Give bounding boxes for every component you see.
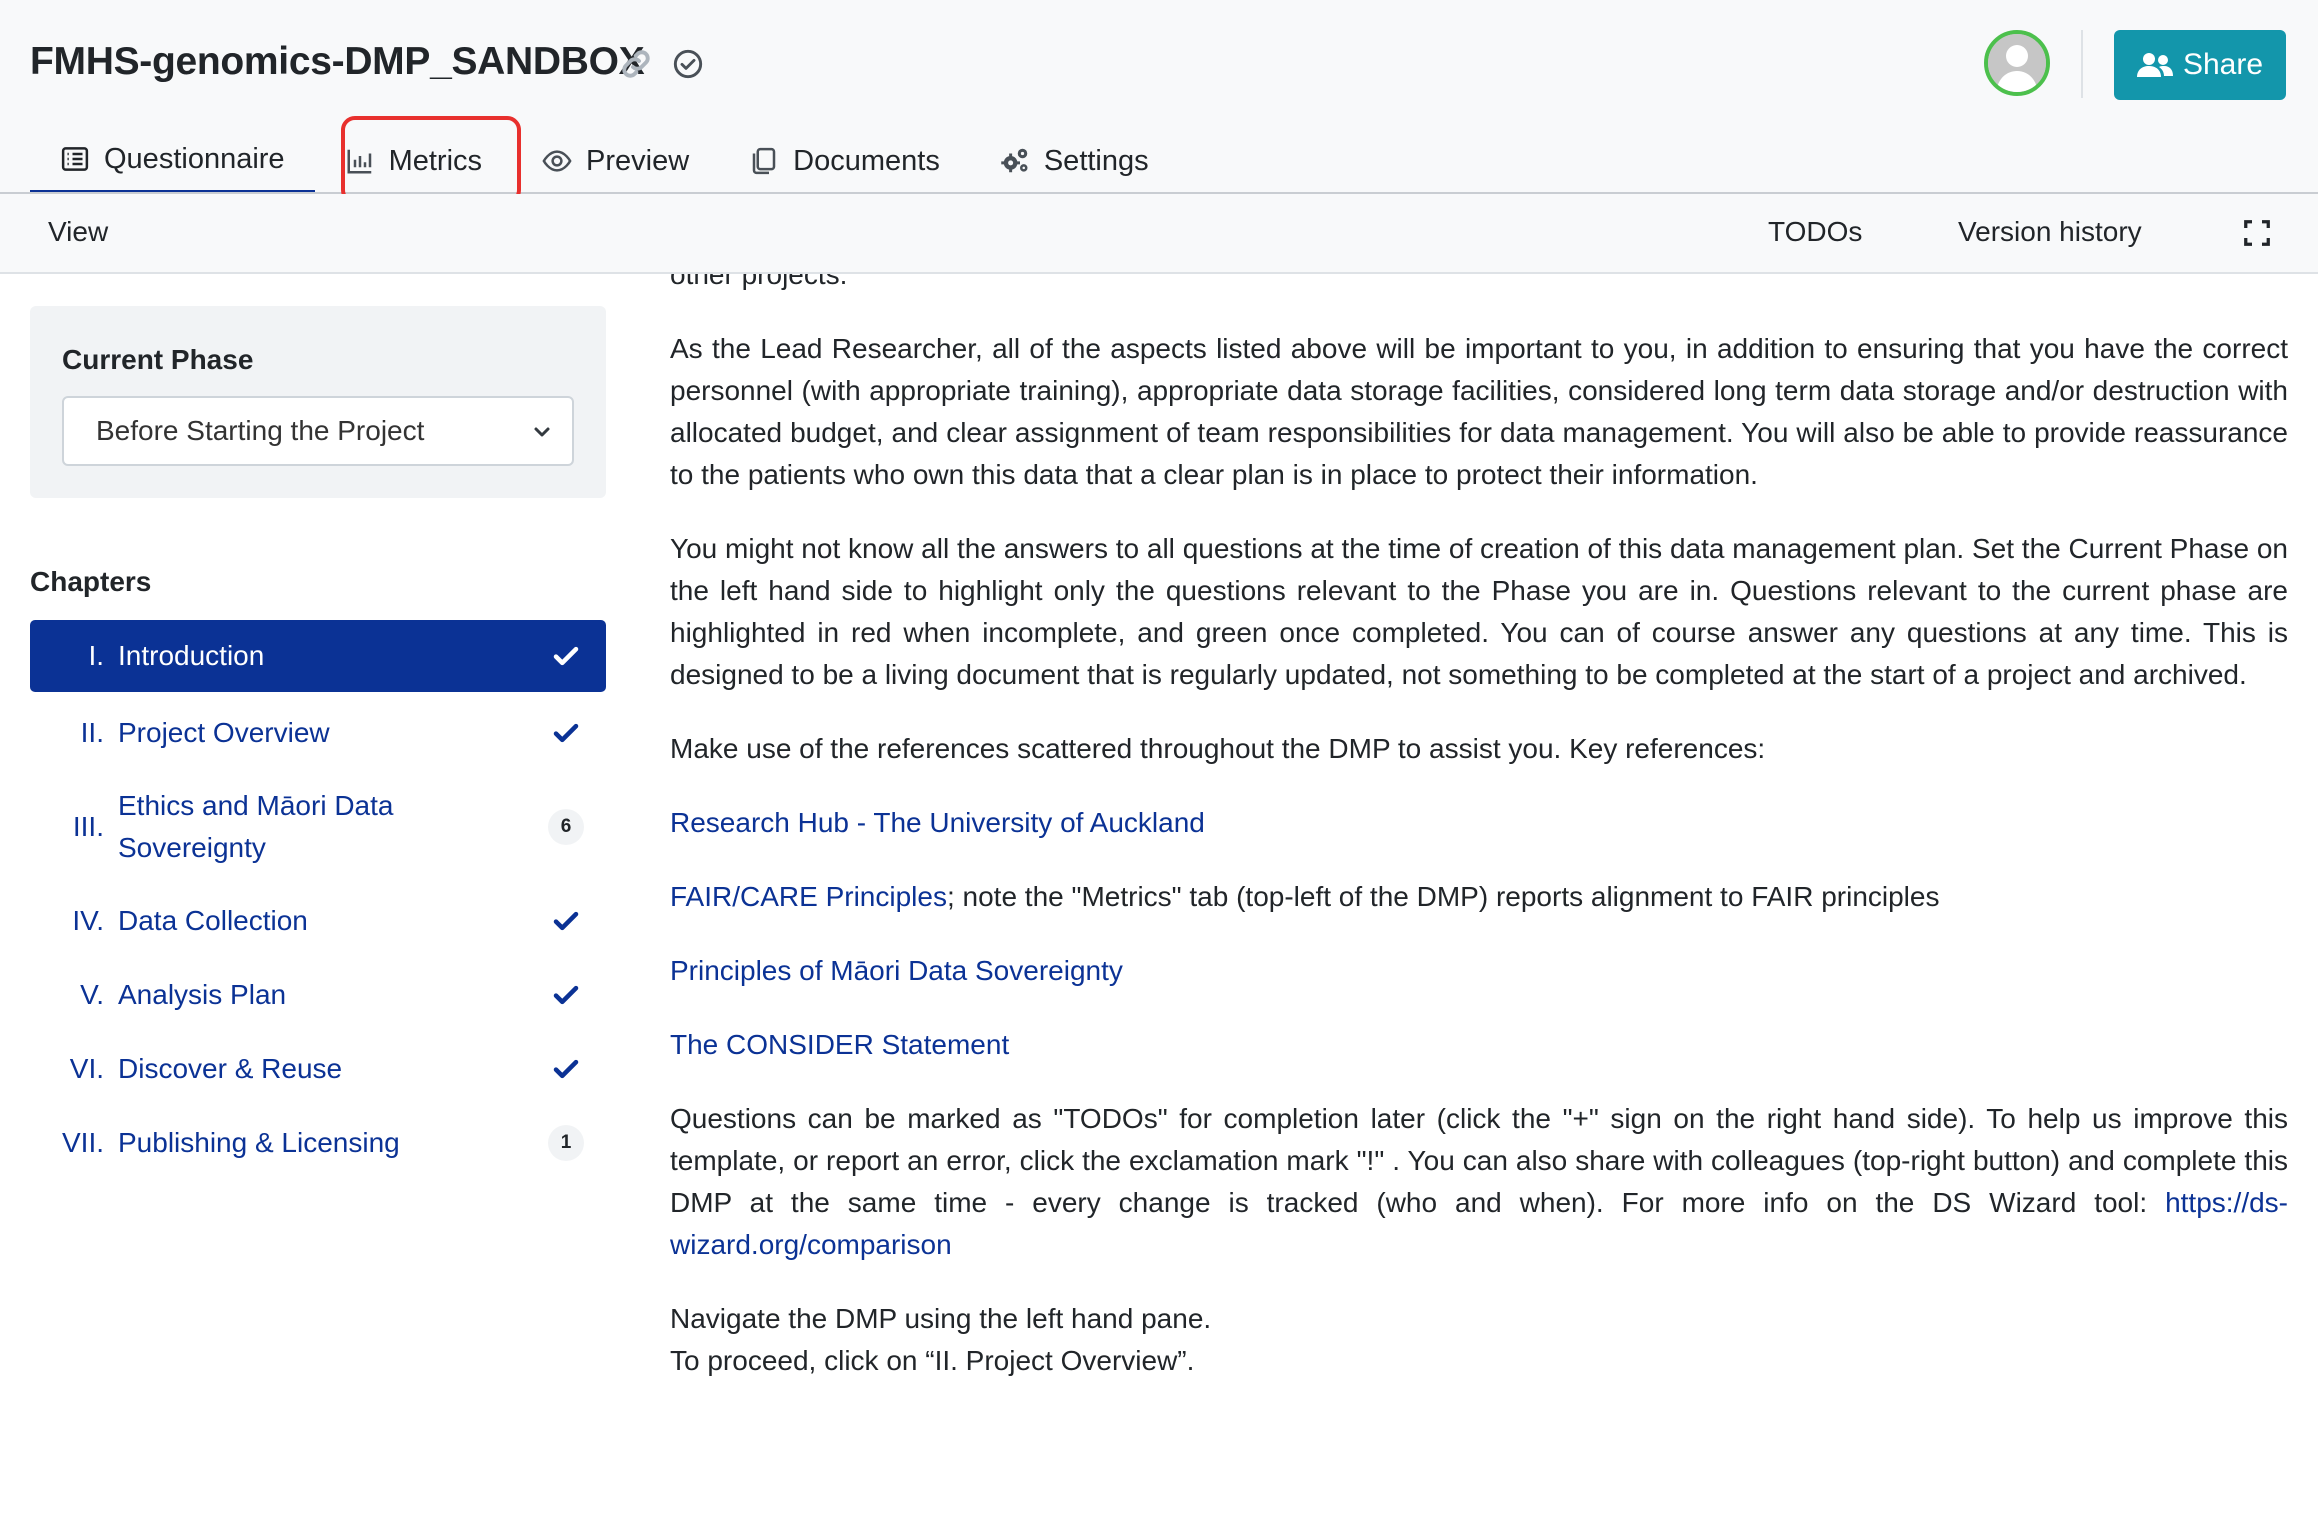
tab-questionnaire[interactable]: Questionnaire	[30, 128, 315, 194]
project-title: FMHS-genomics-DMP_SANDBOX	[30, 40, 645, 83]
tab-label: Metrics	[388, 144, 483, 177]
users-icon	[2136, 53, 2173, 77]
tab-metrics[interactable]: Metrics	[315, 128, 512, 194]
tab-settings[interactable]: Settings	[970, 128, 1179, 194]
chapter-number: VII.	[61, 1127, 104, 1158]
tab-label: Settings	[1043, 144, 1149, 177]
chapter-number: III.	[72, 811, 104, 842]
view-menu[interactable]: View	[48, 216, 108, 248]
chapter-label: Publishing & Licensing	[118, 1127, 400, 1158]
chapter-number: IV.	[72, 905, 104, 936]
main-tabs: Questionnaire Metrics Preview Documents	[30, 128, 1179, 194]
chapter-label: Data Collection	[118, 905, 308, 936]
check-icon	[553, 985, 579, 1005]
chapter-number: VI.	[69, 1053, 104, 1084]
chapter-item-project-overview[interactable]: II. Project Overview	[30, 698, 606, 768]
version-history-button[interactable]: Version history	[1958, 216, 2142, 248]
current-phase-select[interactable]: Before Starting the Project	[62, 396, 574, 466]
chapter-item-introduction[interactable]: I. Introduction	[30, 620, 606, 692]
tab-preview[interactable]: Preview	[512, 128, 719, 194]
fair-care-note: ; note the "Metrics" tab (top-left of th…	[946, 881, 1940, 912]
share-button[interactable]: Share	[2114, 30, 2286, 100]
questionnaire-toolbar: View TODOs Version history	[0, 194, 2318, 274]
list-icon	[61, 147, 89, 171]
intro-paragraph-lead-researcher: As the Lead Researcher, all of the aspec…	[670, 333, 2288, 490]
user-avatar[interactable]	[1984, 30, 2050, 96]
check-icon	[553, 1059, 579, 1079]
tab-label: Questionnaire	[104, 142, 285, 175]
chapter-label: Analysis Plan	[118, 979, 287, 1010]
chapter-content: other projects. As the Lead Researcher, …	[670, 274, 2288, 1382]
gears-icon	[1001, 148, 1028, 173]
todo-count-badge: 1	[548, 1125, 584, 1161]
fair-care-link[interactable]: FAIR/CARE Principles	[670, 881, 947, 912]
chapter-item-discover-reuse[interactable]: VI. Discover & Reuse	[30, 1034, 606, 1104]
chapters-heading: Chapters	[30, 566, 152, 597]
fullscreen-icon[interactable]	[2242, 218, 2272, 248]
todo-count-badge: 6	[548, 809, 584, 845]
research-hub-link[interactable]: Research Hub - The University of Aucklan…	[670, 807, 1205, 838]
maori-data-sovereignty-link[interactable]: Principles of Māori Data Sovereignty	[670, 955, 1123, 986]
proceed-line: To proceed, click on “II. Project Overvi…	[670, 1345, 1195, 1376]
header-divider	[2081, 30, 2083, 98]
todos-help-text: Questions can be marked as "TODOs" for c…	[670, 1103, 2288, 1218]
intro-paragraph-navigate: Navigate the DMP using the left hand pan…	[670, 1298, 2288, 1382]
intro-paragraph-references: Make use of the references scattered thr…	[670, 733, 1766, 764]
chevron-down-icon	[534, 427, 550, 437]
chart-icon	[347, 149, 371, 174]
reference-line: The CONSIDER Statement	[670, 1024, 2288, 1066]
tab-documents[interactable]: Documents	[719, 128, 970, 194]
phase-select-value: Before Starting the Project	[96, 415, 425, 446]
reference-line: Research Hub - The University of Aucklan…	[670, 802, 2288, 844]
intro-paragraph-todos: Questions can be marked as "TODOs" for c…	[670, 1098, 2288, 1266]
chapter-label: Discover & Reuse	[118, 1053, 343, 1084]
reference-line: FAIR/CARE Principles; note the "Metrics"…	[670, 876, 2288, 918]
navigate-line: Navigate the DMP using the left hand pan…	[670, 1303, 1212, 1334]
tab-label: Preview	[586, 144, 690, 177]
chapter-number: V.	[80, 979, 104, 1010]
current-phase-label: Current Phase	[62, 344, 254, 375]
chapter-number: II.	[80, 717, 104, 748]
chapter-number: I.	[88, 640, 104, 671]
eye-icon	[542, 150, 572, 172]
chapter-item-analysis-plan[interactable]: V. Analysis Plan	[30, 960, 606, 1030]
chapter-item-publishing-licensing[interactable]: VII. Publishing & Licensing 1	[30, 1108, 606, 1178]
tab-label: Documents	[793, 144, 940, 177]
app-header: FMHS-genomics-DMP_SANDBOX Share Question…	[0, 0, 2318, 194]
chapter-label: Project Overview	[118, 717, 330, 748]
chapter-label: Ethics and Māori Data Sovereignty	[118, 790, 394, 863]
current-phase-panel: Current Phase Before Starting the Projec…	[30, 306, 606, 498]
chapter-label: Introduction	[118, 640, 265, 671]
documents-icon	[752, 147, 776, 175]
chapter-item-ethics[interactable]: III. Ethics and Māori Data Sovereignty 6	[30, 780, 606, 874]
share-label: Share	[2182, 48, 2264, 81]
check-icon	[553, 646, 579, 666]
check-icon	[553, 723, 579, 743]
todos-button[interactable]: TODOs	[1768, 216, 1862, 248]
saved-check-icon	[673, 49, 703, 79]
cut-off-text: other projects.	[670, 274, 848, 290]
check-icon	[553, 911, 579, 931]
intro-paragraph-phases: You might not know all the answers to al…	[670, 533, 2288, 690]
consider-statement-link[interactable]: The CONSIDER Statement	[670, 1029, 1009, 1060]
chapter-item-data-collection[interactable]: IV. Data Collection	[30, 886, 606, 956]
reference-line: Principles of Māori Data Sovereignty	[670, 950, 2288, 992]
link-icon[interactable]	[618, 46, 654, 82]
